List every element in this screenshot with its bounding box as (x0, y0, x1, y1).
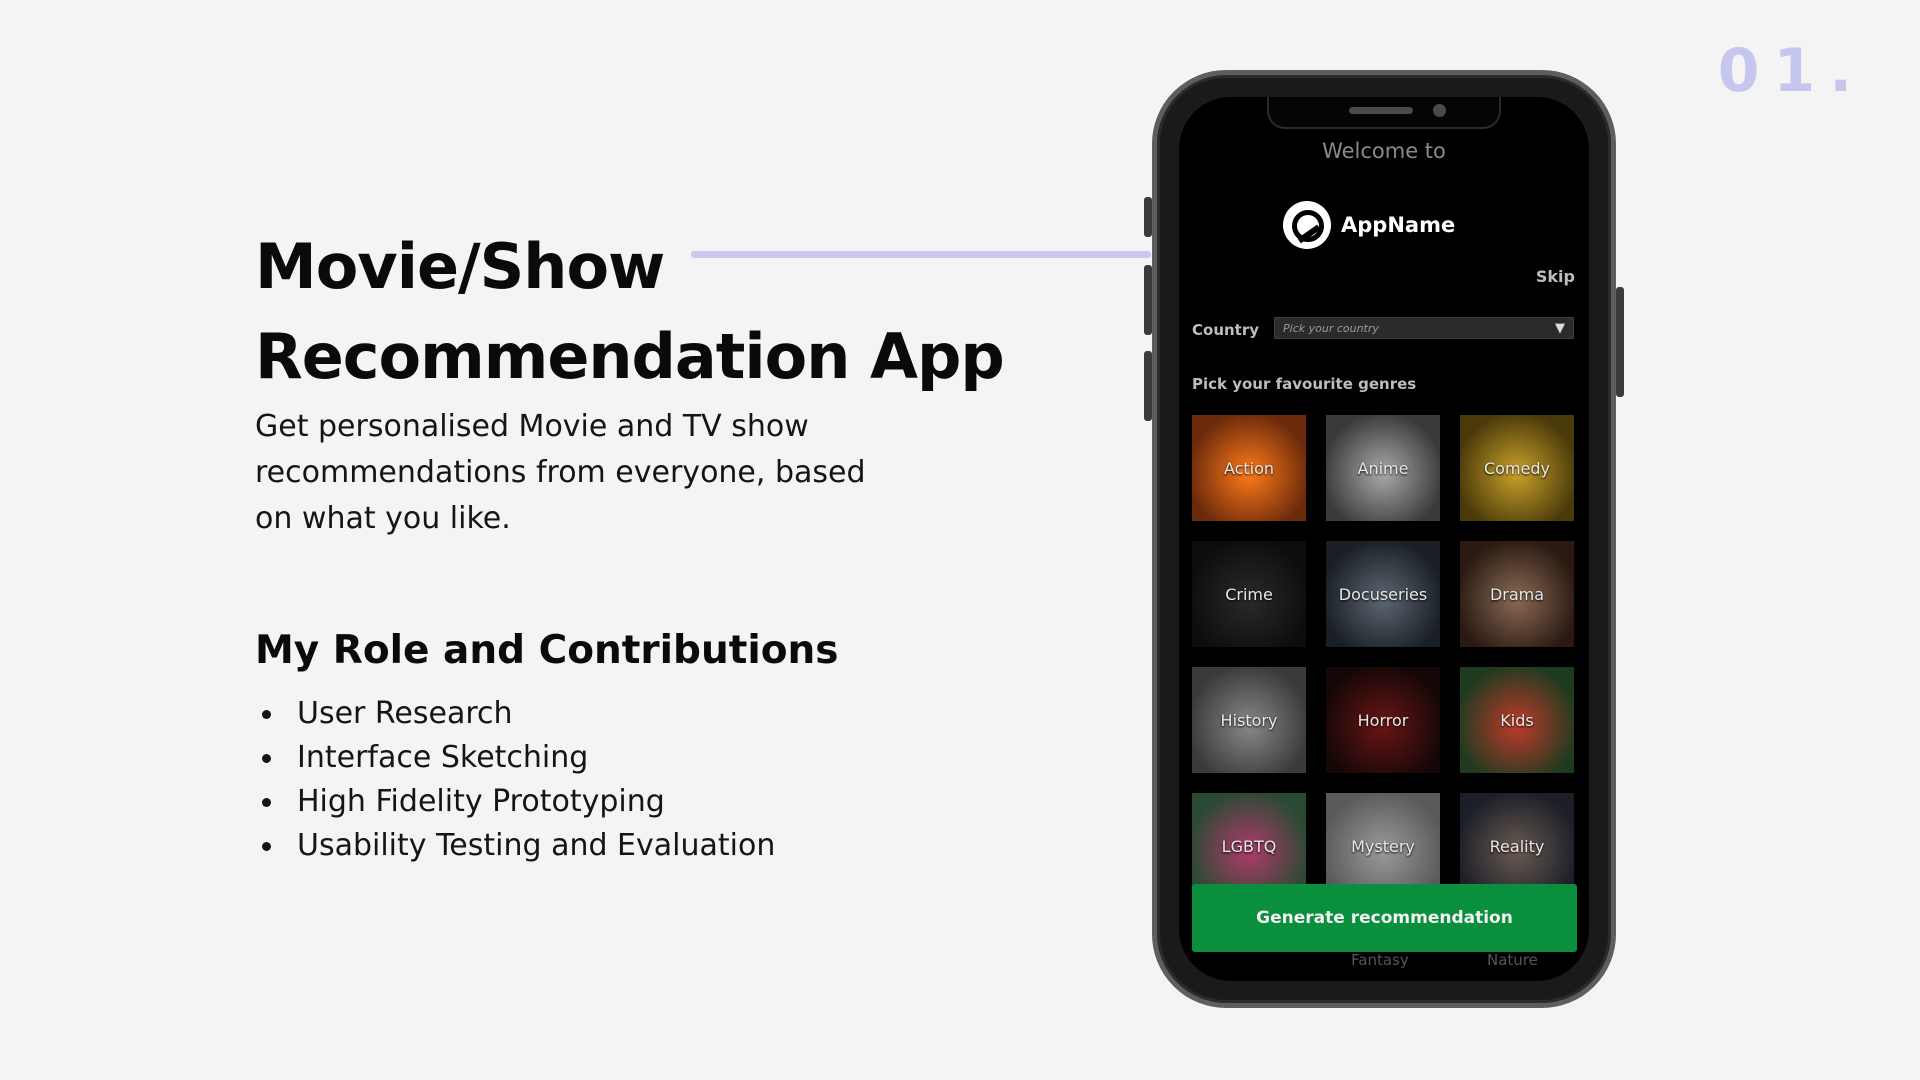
genre-tile-history[interactable]: History (1192, 667, 1306, 773)
list-item: Interface Sketching (262, 736, 775, 780)
app-screen: Welcome to AppName Skip Country Pick you… (1179, 97, 1589, 981)
bullet-icon (262, 841, 271, 851)
genre-tile-horror[interactable]: Horror (1326, 667, 1440, 773)
genre-tile-drama[interactable]: Drama (1460, 541, 1574, 647)
genre-tile-action[interactable]: Action (1192, 415, 1306, 521)
genre-tile-label: Kids (1500, 710, 1534, 730)
camera-icon (1433, 104, 1446, 117)
bullet-icon (262, 709, 271, 719)
bullet-icon (262, 797, 271, 807)
phone-power-button (1616, 287, 1624, 397)
genre-tile-label: Anime (1357, 458, 1409, 478)
genre-tile-kids[interactable]: Kids (1460, 667, 1574, 773)
app-name: AppName (1341, 213, 1456, 237)
phone-notch (1267, 97, 1501, 129)
generate-recommendation-button[interactable]: Generate recommendation (1192, 884, 1577, 952)
genre-tile-label: Crime (1225, 584, 1273, 604)
bullet-icon (262, 753, 271, 763)
skip-button[interactable]: Skip (1536, 267, 1575, 286)
genre-tile-anime[interactable]: Anime (1326, 415, 1440, 521)
genres-label: Pick your favourite genres (1192, 375, 1417, 393)
country-select[interactable]: Pick your country ▼ (1274, 317, 1574, 339)
list-item-text: High Fidelity Prototyping (297, 784, 665, 819)
title-line-1: Movie/Show (255, 230, 665, 303)
genre-tile-crime[interactable]: Crime (1192, 541, 1306, 647)
app-logo-icon (1283, 201, 1331, 249)
genre-tile-label: Reality (1489, 836, 1545, 856)
genre-tile-label: History (1220, 710, 1278, 730)
country-label: Country (1192, 321, 1260, 339)
genre-tile-label: Mystery (1351, 836, 1415, 856)
genre-tile-label: Comedy (1483, 458, 1550, 478)
role-heading: My Role and Contributions (255, 628, 839, 673)
welcome-text: Welcome to (1322, 139, 1446, 163)
genre-tile-label: LGBTQ (1221, 836, 1277, 856)
genre-tile-label: Drama (1489, 584, 1545, 604)
list-item: Usability Testing and Evaluation (262, 824, 775, 868)
phone-mockup: Welcome to AppName Skip Country Pick you… (1144, 70, 1624, 1008)
phone-mute-switch (1144, 197, 1152, 237)
country-placeholder: Pick your country (1283, 321, 1379, 335)
genre-tile-label: Horror (1357, 710, 1409, 730)
connector-line (691, 251, 1151, 258)
list-item-text: Interface Sketching (297, 740, 589, 775)
genre-tile-label: Docuseries (1338, 584, 1428, 604)
page-title: Movie/Show Recommendation App (255, 222, 1015, 402)
phone-volume-down (1144, 351, 1152, 421)
app-brand: AppName (1283, 201, 1455, 249)
phone-volume-up (1144, 265, 1152, 335)
subtitle: Get personalised Movie and TV show recom… (255, 409, 866, 536)
genre-tile-comedy[interactable]: Comedy (1460, 415, 1574, 521)
role-list: User Research Interface Sketching High F… (262, 692, 775, 868)
partial-genre-row: Fantasy Nature (1192, 951, 1577, 981)
list-item: High Fidelity Prototyping (262, 780, 775, 824)
genre-tile-docuseries[interactable]: Docuseries (1326, 541, 1440, 647)
title-line-2: Recommendation App (255, 320, 1005, 393)
genre-tile-label: Action (1223, 458, 1275, 478)
genre-tile-partial-label: Nature (1487, 951, 1538, 969)
genre-grid: Action Anime Comedy Crime Docuseries Drama His… (1192, 415, 1575, 899)
genre-tile-partial-label: Fantasy (1351, 951, 1409, 969)
caret-down-icon: ▼ (1555, 320, 1565, 336)
list-item-text: User Research (297, 696, 513, 731)
list-item: User Research (262, 692, 775, 736)
speaker-icon (1349, 107, 1413, 114)
slide-number: 01. (1717, 36, 1866, 106)
list-item-text: Usability Testing and Evaluation (297, 828, 776, 863)
